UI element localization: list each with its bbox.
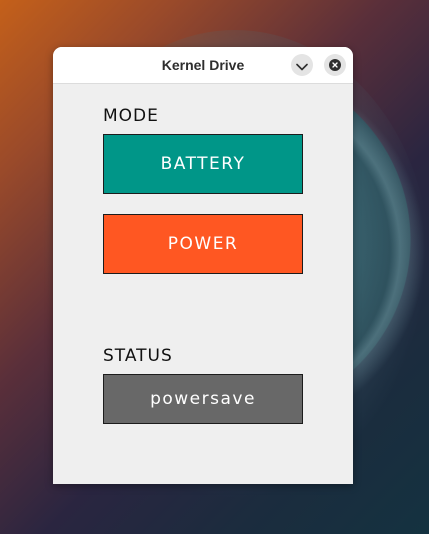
menu-button[interactable] <box>291 54 313 76</box>
battery-mode-button[interactable]: BATTERY <box>103 134 303 194</box>
status-label: STATUS <box>103 346 173 366</box>
app-window: Kernel Drive MODE BATTERY POWER STATUS p… <box>53 47 353 484</box>
mode-label: MODE <box>103 106 159 126</box>
title-bar[interactable]: Kernel Drive <box>53 47 353 84</box>
close-icon <box>329 59 341 71</box>
power-mode-button[interactable]: POWER <box>103 214 303 274</box>
status-value: powersave <box>103 374 303 424</box>
close-button[interactable] <box>324 54 346 76</box>
chevron-down-icon <box>296 56 308 75</box>
